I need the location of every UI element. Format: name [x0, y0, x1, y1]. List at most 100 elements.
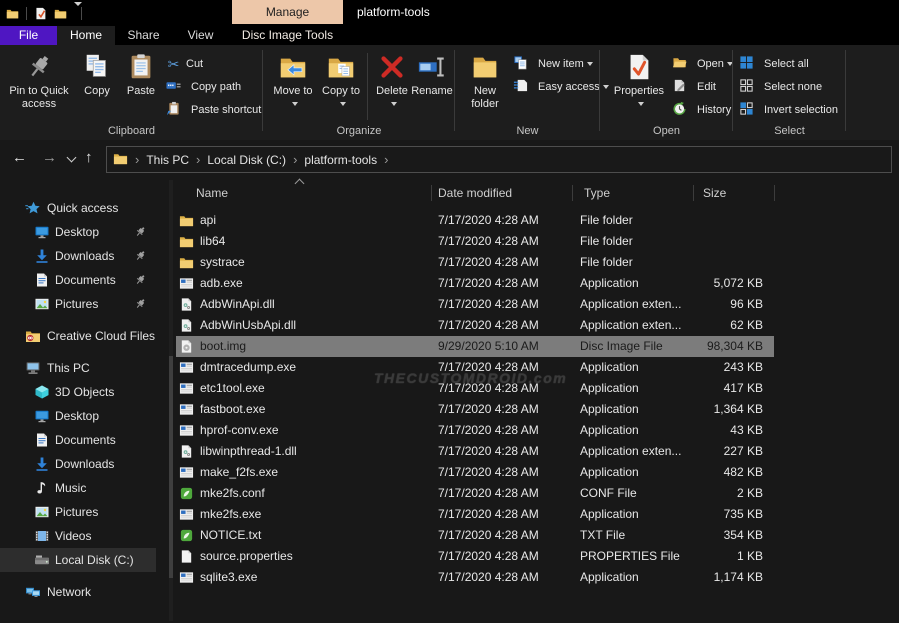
- move-to-button[interactable]: Move to: [271, 48, 315, 111]
- file-row-boot-img[interactable]: boot.img9/29/2020 5:10 AMDisc Image File…: [176, 336, 774, 357]
- select-none-button[interactable]: Select none: [739, 76, 822, 98]
- new-folder-button[interactable]: New folder: [461, 48, 509, 111]
- forward-button[interactable]: →: [42, 149, 57, 167]
- column-header-type[interactable]: Type: [584, 182, 610, 204]
- file-row-libwinpthread-1-dll[interactable]: libwinpthread-1.dll7/17/2020 4:28 AMAppl…: [176, 441, 774, 462]
- sidebar-item-quick-access[interactable]: Quick access: [0, 196, 156, 220]
- file-row-hprof-conv-exe[interactable]: hprof-conv.exe7/17/2020 4:28 AMApplicati…: [176, 420, 774, 441]
- tab-share[interactable]: Share: [115, 26, 172, 45]
- manage-contextual-tab[interactable]: Manage: [232, 0, 343, 24]
- copy-button[interactable]: Copy: [76, 48, 118, 98]
- file-row-make-f2fs-exe[interactable]: make_f2fs.exe7/17/2020 4:28 AMApplicatio…: [176, 462, 774, 483]
- file-type: Application: [580, 273, 639, 294]
- tab-disc-image-tools[interactable]: Disc Image Tools: [232, 26, 343, 45]
- file-row-adbwinusbapi-dll[interactable]: AdbWinUsbApi.dll7/17/2020 4:28 AMApplica…: [176, 315, 774, 336]
- pushpin-icon: [5, 48, 73, 85]
- cut-button[interactable]: ✂ Cut: [166, 53, 203, 75]
- dll-file-icon: [179, 297, 194, 312]
- star-icon: [25, 200, 41, 216]
- sidebar-item-downloads[interactable]: Downloads: [0, 244, 156, 268]
- sidebar-item-pictures[interactable]: Pictures: [0, 292, 156, 316]
- column-header-name[interactable]: Name: [196, 182, 228, 204]
- file-name: source.properties: [200, 546, 293, 567]
- pinned-icon: [134, 225, 147, 238]
- sidebar-item-3d-objects[interactable]: 3D Objects: [0, 380, 156, 404]
- sidebar-item-desktop[interactable]: Desktop: [0, 404, 156, 428]
- tab-home[interactable]: Home: [57, 26, 115, 45]
- file-row-adbwinapi-dll[interactable]: AdbWinApi.dll7/17/2020 4:28 AMApplicatio…: [176, 294, 774, 315]
- breadcrumb-local-disk[interactable]: Local Disk (C:): [207, 153, 286, 167]
- music-icon: [34, 480, 50, 496]
- file-name: dmtracedump.exe: [200, 357, 296, 378]
- sidebar-item-local-disk-c[interactable]: Local Disk (C:): [0, 548, 156, 572]
- gdoc-file-icon: [179, 486, 194, 501]
- edit-button[interactable]: Edit: [672, 76, 716, 98]
- breadcrumb-this-pc[interactable]: This PC: [146, 153, 189, 167]
- file-row-source-properties[interactable]: source.properties7/17/2020 4:28 AMPROPER…: [176, 546, 774, 567]
- breadcrumb-platform-tools[interactable]: platform-tools: [304, 153, 377, 167]
- delete-button[interactable]: Delete: [371, 48, 413, 111]
- new-item-button[interactable]: New item: [513, 53, 593, 75]
- properties-button[interactable]: Properties: [610, 48, 668, 111]
- select-all-button[interactable]: Select all: [739, 53, 809, 75]
- sidebar-scrollbar[interactable]: [169, 180, 173, 621]
- up-button[interactable]: ↑: [85, 149, 93, 167]
- column-divider[interactable]: [693, 185, 694, 201]
- easy-access-button[interactable]: Easy access: [513, 76, 609, 98]
- column-divider[interactable]: [431, 185, 432, 201]
- column-header-row: Name Date modified Type Size: [176, 182, 777, 204]
- recent-locations-caret-icon[interactable]: [67, 153, 77, 163]
- sidebar-item-desktop[interactable]: Desktop: [0, 220, 156, 244]
- sidebar-item-videos[interactable]: Videos: [0, 524, 156, 548]
- file-size: 1,174 KB: [714, 567, 763, 588]
- file-type: Application: [580, 504, 639, 525]
- rename-button[interactable]: Rename: [409, 48, 455, 98]
- new-folder-qat-icon[interactable]: [54, 7, 67, 20]
- properties-qat-icon[interactable]: [34, 7, 47, 20]
- file-row-notice-txt[interactable]: NOTICE.txt7/17/2020 4:28 AMTXT File354 K…: [176, 525, 774, 546]
- cut-label: Cut: [186, 58, 203, 70]
- file-name: AdbWinApi.dll: [200, 294, 275, 315]
- column-divider[interactable]: [572, 185, 573, 201]
- file-row-api[interactable]: api7/17/2020 4:28 AMFile folder: [176, 210, 774, 231]
- sidebar-item-creative-cloud-files[interactable]: Creative Cloud Files: [0, 324, 156, 348]
- sidebar-item-this-pc[interactable]: This PC: [0, 356, 156, 380]
- column-header-date-modified[interactable]: Date modified: [438, 182, 512, 204]
- tab-view[interactable]: View: [172, 26, 229, 45]
- select-none-label: Select none: [764, 81, 822, 93]
- file-row-systrace[interactable]: systrace7/17/2020 4:28 AMFile folder: [176, 252, 774, 273]
- file-row-mke2fs-conf[interactable]: mke2fs.conf7/17/2020 4:28 AMCONF File2 K…: [176, 483, 774, 504]
- sidebar-item-documents[interactable]: Documents: [0, 268, 156, 292]
- column-header-size[interactable]: Size: [703, 182, 726, 204]
- file-type: Application exten...: [580, 315, 681, 336]
- file-name: api: [200, 210, 216, 231]
- explorer-folder-icon[interactable]: [6, 7, 19, 20]
- column-divider[interactable]: [774, 185, 775, 201]
- address-box[interactable]: › This PC › Local Disk (C:) › platform-t…: [106, 146, 892, 173]
- file-row-fastboot-exe[interactable]: fastboot.exe7/17/2020 4:28 AMApplication…: [176, 399, 774, 420]
- file-date-modified: 7/17/2020 4:28 AM: [438, 462, 539, 483]
- pin-to-quick-access-button[interactable]: Pin to Quick access: [5, 48, 73, 111]
- open-button[interactable]: Open: [672, 53, 733, 75]
- history-button[interactable]: History: [672, 99, 731, 121]
- sidebar-item-pictures[interactable]: Pictures: [0, 500, 156, 524]
- back-button[interactable]: ←: [12, 149, 27, 167]
- file-row-lib64[interactable]: lib647/17/2020 4:28 AMFile folder: [176, 231, 774, 252]
- sidebar-item-documents[interactable]: Documents: [0, 428, 156, 452]
- sidebar-item-network[interactable]: Network: [0, 580, 156, 604]
- sidebar-item-music[interactable]: Music: [0, 476, 156, 500]
- invert-selection-button[interactable]: Invert selection: [739, 99, 838, 121]
- sidebar-scrollbar-thumb[interactable]: [169, 356, 173, 578]
- paste-shortcut-button[interactable]: Paste shortcut: [166, 99, 261, 121]
- file-row-mke2fs-exe[interactable]: mke2fs.exe7/17/2020 4:28 AMApplication73…: [176, 504, 774, 525]
- copy-to-button[interactable]: Copy to: [319, 48, 363, 111]
- file-date-modified: 7/17/2020 4:28 AM: [438, 231, 539, 252]
- copy-path-button[interactable]: Copy path: [166, 76, 241, 98]
- paste-button[interactable]: Paste: [120, 48, 162, 98]
- sidebar-item-downloads[interactable]: Downloads: [0, 452, 156, 476]
- file-row-adb-exe[interactable]: adb.exe7/17/2020 4:28 AMApplication5,072…: [176, 273, 774, 294]
- file-row-sqlite3-exe[interactable]: sqlite3.exe7/17/2020 4:28 AMApplication1…: [176, 567, 774, 588]
- window-title: platform-tools: [357, 5, 430, 19]
- tab-file[interactable]: File: [0, 26, 57, 45]
- copy-label: Copy: [76, 85, 118, 98]
